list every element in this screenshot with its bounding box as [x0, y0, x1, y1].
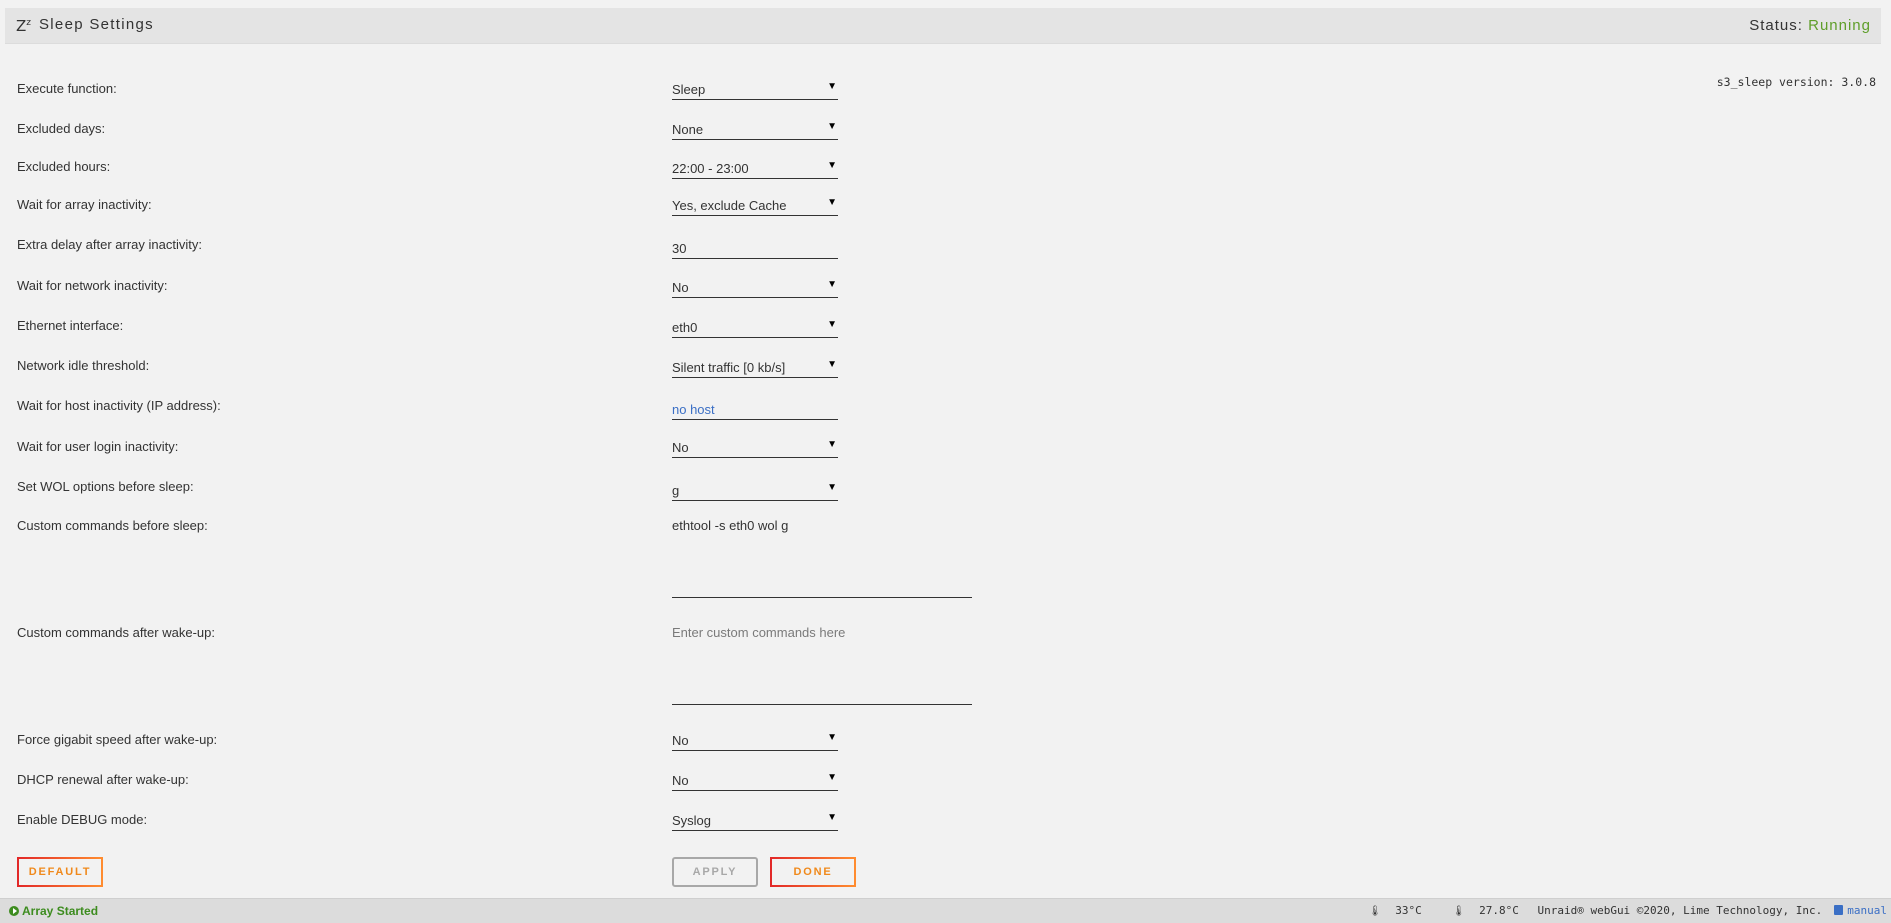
- dropdown-arrow-icon: ▼: [827, 482, 837, 493]
- net-threshold-value: Silent traffic [0 kb/s]: [672, 360, 786, 375]
- title-bar: Zz Sleep Settings Status: Running: [5, 8, 1881, 44]
- wol-value: g: [672, 483, 680, 498]
- dropdown-arrow-icon: ▼: [827, 812, 837, 823]
- thermometer-icon: 🌡: [1368, 906, 1382, 917]
- wait-network-value: No: [672, 280, 689, 295]
- cmd-before-value: ethtool -s eth0 wol g: [672, 518, 789, 533]
- dropdown-arrow-icon: ▼: [827, 439, 837, 450]
- net-threshold-label: Network idle threshold:: [17, 358, 150, 373]
- dhcp-label: DHCP renewal after wake-up:: [17, 772, 189, 787]
- temp-cpu: 🌡 33°C: [1368, 904, 1422, 917]
- gigabit-label: Force gigabit speed after wake-up:: [17, 732, 218, 747]
- dropdown-arrow-icon: ▼: [827, 81, 837, 92]
- book-icon: [1834, 905, 1844, 915]
- wait-login-value: No: [672, 440, 689, 455]
- wait-array-select[interactable]: Yes, exclude Cache ▼: [672, 194, 838, 216]
- wait-host-label: Wait for host inactivity (IP address):: [17, 398, 221, 413]
- debug-select[interactable]: Syslog ▼: [672, 809, 838, 831]
- wait-host-input[interactable]: no host: [672, 398, 838, 420]
- wait-network-select[interactable]: No ▼: [672, 276, 838, 298]
- status-label: Status:: [1749, 17, 1803, 34]
- gigabit-value: No: [672, 733, 689, 748]
- dropdown-arrow-icon: ▼: [827, 121, 837, 132]
- wait-network-label: Wait for network inactivity:: [17, 278, 168, 293]
- debug-value: Syslog: [672, 813, 712, 828]
- wol-select[interactable]: g ▼: [672, 479, 838, 501]
- ethernet-select[interactable]: eth0 ▼: [672, 316, 838, 338]
- execute-function-select[interactable]: Sleep ▼: [672, 78, 838, 100]
- status-indicator: Status: Running: [1749, 17, 1871, 34]
- dhcp-select[interactable]: No ▼: [672, 769, 838, 791]
- cmd-after-label: Custom commands after wake-up:: [17, 625, 215, 640]
- cmd-after-textarea[interactable]: Enter custom commands here: [672, 619, 972, 705]
- extra-delay-input[interactable]: 30: [672, 237, 838, 259]
- sleep-zz-icon: Zz: [16, 17, 32, 35]
- temp-board: 🌡 27.8°C: [1452, 904, 1519, 917]
- excluded-hours-label: Excluded hours:: [17, 159, 111, 174]
- cmd-before-textarea[interactable]: ethtool -s eth0 wol g: [672, 512, 972, 598]
- footer-bar: Array Started 🌡 33°C 🌡 27.8°C Unraid® webG…: [0, 898, 1891, 923]
- thermometer-icon: 🌡: [1452, 906, 1466, 917]
- manual-link[interactable]: manual: [1847, 904, 1887, 917]
- wol-label: Set WOL options before sleep:: [17, 479, 194, 494]
- execute-function-value: Sleep: [672, 82, 706, 97]
- extra-delay-value: 30: [672, 241, 687, 256]
- copyright-text: Unraid® webGui ©2020, Lime Technology, I…: [1537, 904, 1823, 917]
- dropdown-arrow-icon: ▼: [827, 319, 837, 330]
- apply-button[interactable]: APPLY: [672, 857, 758, 887]
- excluded-days-label: Excluded days:: [17, 121, 106, 136]
- debug-label: Enable DEBUG mode:: [17, 812, 148, 827]
- wait-array-label: Wait for array inactivity:: [17, 197, 152, 212]
- play-circle-icon: [9, 906, 19, 916]
- net-threshold-select[interactable]: Silent traffic [0 kb/s] ▼: [672, 356, 838, 378]
- array-status-text: Array Started: [22, 904, 99, 918]
- excluded-hours-value: 22:00 - 23:00: [672, 161, 749, 176]
- default-button[interactable]: DEFAULT: [17, 857, 103, 887]
- dhcp-value: No: [672, 773, 689, 788]
- footer-right: 🌡 33°C 🌡 27.8°C Unraid® webGui ©2020, Lime…: [1345, 904, 1887, 917]
- dropdown-arrow-icon: ▼: [827, 772, 837, 783]
- wait-host-value: no host: [672, 402, 715, 417]
- excluded-days-value: None: [672, 122, 704, 137]
- wait-array-value: Yes, exclude Cache: [672, 198, 787, 213]
- dropdown-arrow-icon: ▼: [827, 732, 837, 743]
- ethernet-label: Ethernet interface:: [17, 318, 124, 333]
- ethernet-value: eth0: [672, 320, 698, 335]
- execute-function-label: Execute function:: [17, 81, 117, 96]
- cmd-before-label: Custom commands before sleep:: [17, 518, 208, 533]
- excluded-days-select[interactable]: None ▼: [672, 118, 838, 140]
- dropdown-arrow-icon: ▼: [827, 160, 837, 171]
- gigabit-select[interactable]: No ▼: [672, 729, 838, 751]
- excluded-hours-select[interactable]: 22:00 - 23:00 ▼: [672, 157, 838, 179]
- extra-delay-label: Extra delay after array inactivity:: [17, 237, 202, 252]
- version-text: s3_sleep version: 3.0.8: [1716, 75, 1876, 89]
- array-status: Array Started: [9, 904, 98, 918]
- wait-login-select[interactable]: No ▼: [672, 436, 838, 458]
- status-value: Running: [1808, 17, 1871, 34]
- cmd-after-placeholder: Enter custom commands here: [672, 625, 846, 640]
- dropdown-arrow-icon: ▼: [827, 279, 837, 290]
- done-button[interactable]: DONE: [770, 857, 856, 887]
- page-title: Sleep Settings: [39, 16, 154, 33]
- wait-login-label: Wait for user login inactivity:: [17, 439, 179, 454]
- dropdown-arrow-icon: ▼: [827, 197, 837, 208]
- dropdown-arrow-icon: ▼: [827, 359, 837, 370]
